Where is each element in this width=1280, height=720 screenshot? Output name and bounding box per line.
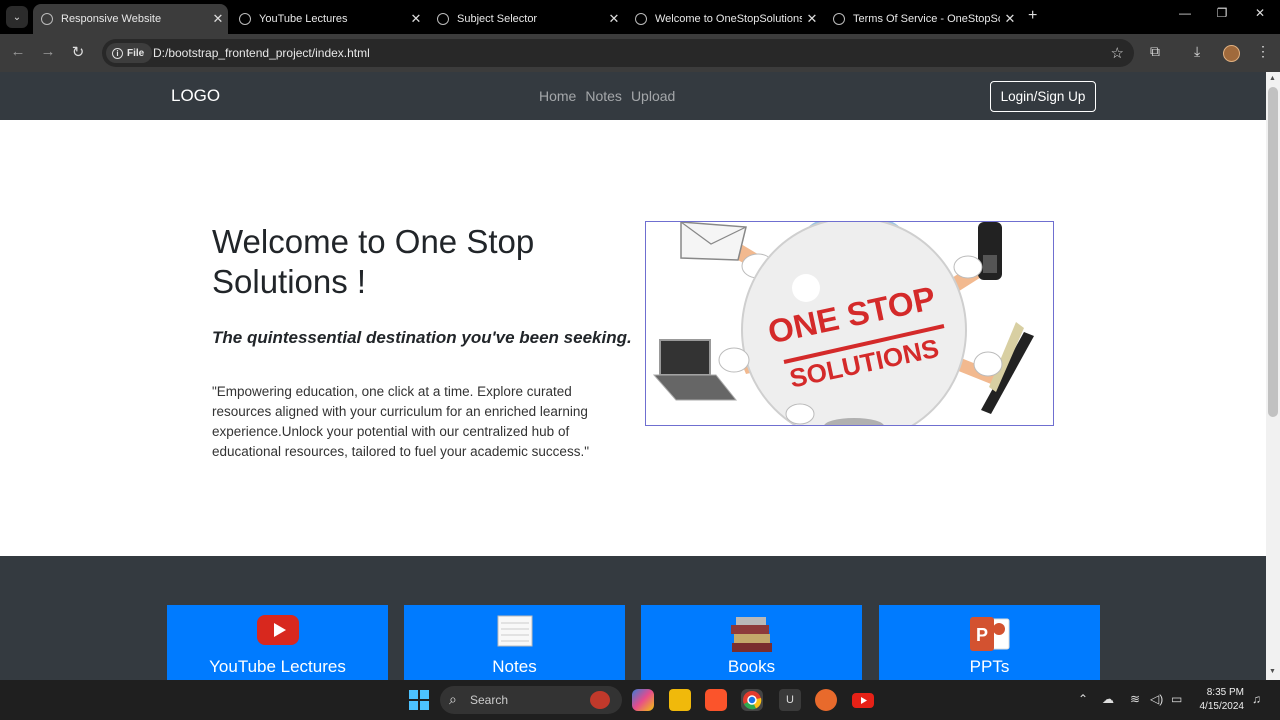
- site-logo[interactable]: LOGO: [171, 86, 220, 106]
- close-tab-icon[interactable]: ✕: [1000, 11, 1020, 27]
- taskbar-search[interactable]: ⌕ Search: [440, 686, 622, 714]
- card-ppts[interactable]: P PPTs: [879, 605, 1100, 680]
- hero-blurb: "Empowering education, one click at a ti…: [212, 384, 589, 459]
- search-icon: ⌕: [449, 691, 457, 707]
- brave-browser-icon[interactable]: [705, 689, 727, 711]
- tab-welcome-onestop[interactable]: Welcome to OneStopSolutions ✕: [627, 4, 822, 34]
- notepad-icon: [497, 615, 533, 652]
- onedrive-icon[interactable]: ☁: [1102, 692, 1114, 706]
- notification-bell-icon[interactable]: ♫: [1252, 692, 1261, 706]
- tab-strip: ⌄ Responsive Website ✕ YouTube Lectures …: [0, 0, 1280, 34]
- url-text[interactable]: D:/bootstrap_frontend_project/index.html: [153, 46, 370, 60]
- extensions-icon[interactable]: ⧉: [1150, 43, 1160, 60]
- file-explorer-icon[interactable]: [669, 689, 691, 711]
- globe-icon: [635, 13, 647, 25]
- close-tab-icon[interactable]: ✕: [406, 11, 426, 27]
- youtube-taskbar-icon[interactable]: [852, 689, 874, 711]
- taskbar-clock[interactable]: 8:35 PM 4/15/2024: [1196, 686, 1245, 714]
- new-tab-button[interactable]: +: [1028, 7, 1037, 25]
- hero-image: ONE STOP SOLUTIONS: [645, 221, 1054, 426]
- site-navbar: LOGO Home Notes Upload Login/Sign Up: [0, 72, 1266, 120]
- page-viewport: LOGO Home Notes Upload Login/Sign Up Wel…: [0, 72, 1266, 680]
- powerpoint-icon: P: [969, 615, 1011, 658]
- close-tab-icon[interactable]: ✕: [802, 11, 822, 27]
- svg-text:P: P: [975, 625, 987, 645]
- globe-icon: [239, 13, 251, 25]
- card-youtube-lectures[interactable]: YouTube Lectures: [167, 605, 388, 680]
- card-label: PPTs: [969, 657, 1010, 676]
- globe-icon: [41, 13, 53, 25]
- back-icon[interactable]: ←: [8, 43, 28, 60]
- bookmark-star-icon[interactable]: ☆: [1111, 44, 1124, 62]
- card-label: YouTube Lectures: [209, 657, 346, 676]
- tab-terms-of-service[interactable]: Terms Of Service - OneStopSolutions ✕: [825, 4, 1020, 34]
- os-taskbar: ⌕ Search U ⌃ ☁ ≋ ◁) ▭ 8:35 PM 4/15/2024 …: [0, 680, 1280, 720]
- tab-responsive-website[interactable]: Responsive Website ✕: [33, 4, 228, 34]
- nav-link-notes[interactable]: Notes: [585, 88, 622, 104]
- tab-subject-selector[interactable]: Subject Selector ✕: [429, 4, 624, 34]
- minimize-icon[interactable]: —: [1170, 6, 1200, 20]
- books-icon: [728, 615, 776, 660]
- youtube-icon: [256, 615, 299, 650]
- site-info-chip[interactable]: i File: [106, 43, 153, 63]
- close-tab-icon[interactable]: ✕: [604, 11, 624, 27]
- nav-links: Home Notes Upload: [539, 88, 675, 104]
- hero-title: Welcome to One Stop Solutions !: [212, 223, 535, 300]
- profile-avatar[interactable]: [1223, 45, 1240, 62]
- close-tab-icon[interactable]: ✕: [208, 11, 228, 27]
- app-u-icon[interactable]: U: [779, 689, 801, 711]
- globe-icon: [833, 13, 845, 25]
- scrollbar-thumb[interactable]: [1268, 87, 1278, 417]
- card-label: Books: [727, 657, 776, 676]
- tab-youtube-lectures[interactable]: YouTube Lectures ✕: [231, 4, 426, 34]
- page-scrollbar[interactable]: ▲ ▼: [1266, 72, 1280, 680]
- volume-icon[interactable]: ◁): [1150, 692, 1163, 706]
- start-button[interactable]: [408, 689, 430, 711]
- card-label: Notes: [492, 657, 537, 676]
- hero-tagline: The quintessential destination you've be…: [212, 328, 632, 347]
- download-icon[interactable]: ⤓: [1194, 43, 1200, 60]
- restore-icon[interactable]: ❐: [1207, 6, 1237, 20]
- card-books[interactable]: Books: [641, 605, 862, 680]
- globe-icon: [437, 13, 449, 25]
- battery-icon[interactable]: ▭: [1171, 692, 1182, 706]
- orange-app-icon[interactable]: [815, 689, 837, 711]
- scroll-up-icon[interactable]: ▲: [1269, 75, 1276, 82]
- copilot-icon[interactable]: [632, 689, 654, 711]
- resource-cards-section: YouTube Lectures Notes Books P PPTs: [0, 556, 1266, 680]
- chrome-icon[interactable]: [741, 689, 763, 711]
- search-highlight-icon: [590, 691, 610, 709]
- forward-icon[interactable]: →: [38, 43, 58, 60]
- nav-link-upload[interactable]: Upload: [631, 88, 675, 104]
- wifi-icon[interactable]: ≋: [1130, 692, 1140, 706]
- scroll-down-icon[interactable]: ▼: [1269, 668, 1276, 675]
- menu-icon[interactable]: ⋮: [1256, 43, 1270, 60]
- card-notes[interactable]: Notes: [404, 605, 625, 680]
- info-icon: i: [112, 47, 123, 59]
- login-signup-button[interactable]: Login/Sign Up: [990, 81, 1096, 112]
- nav-link-home[interactable]: Home: [539, 88, 576, 104]
- address-bar[interactable]: i File D:/bootstrap_frontend_project/ind…: [102, 39, 1134, 67]
- close-window-icon[interactable]: ✕: [1245, 6, 1275, 20]
- browser-toolbar: ← → ↻ i File D:/bootstrap_frontend_proje…: [0, 34, 1280, 72]
- reload-icon[interactable]: ↻: [68, 43, 88, 61]
- tray-overflow-icon[interactable]: ⌃: [1078, 692, 1088, 706]
- tab-search-button[interactable]: ⌄: [6, 6, 28, 28]
